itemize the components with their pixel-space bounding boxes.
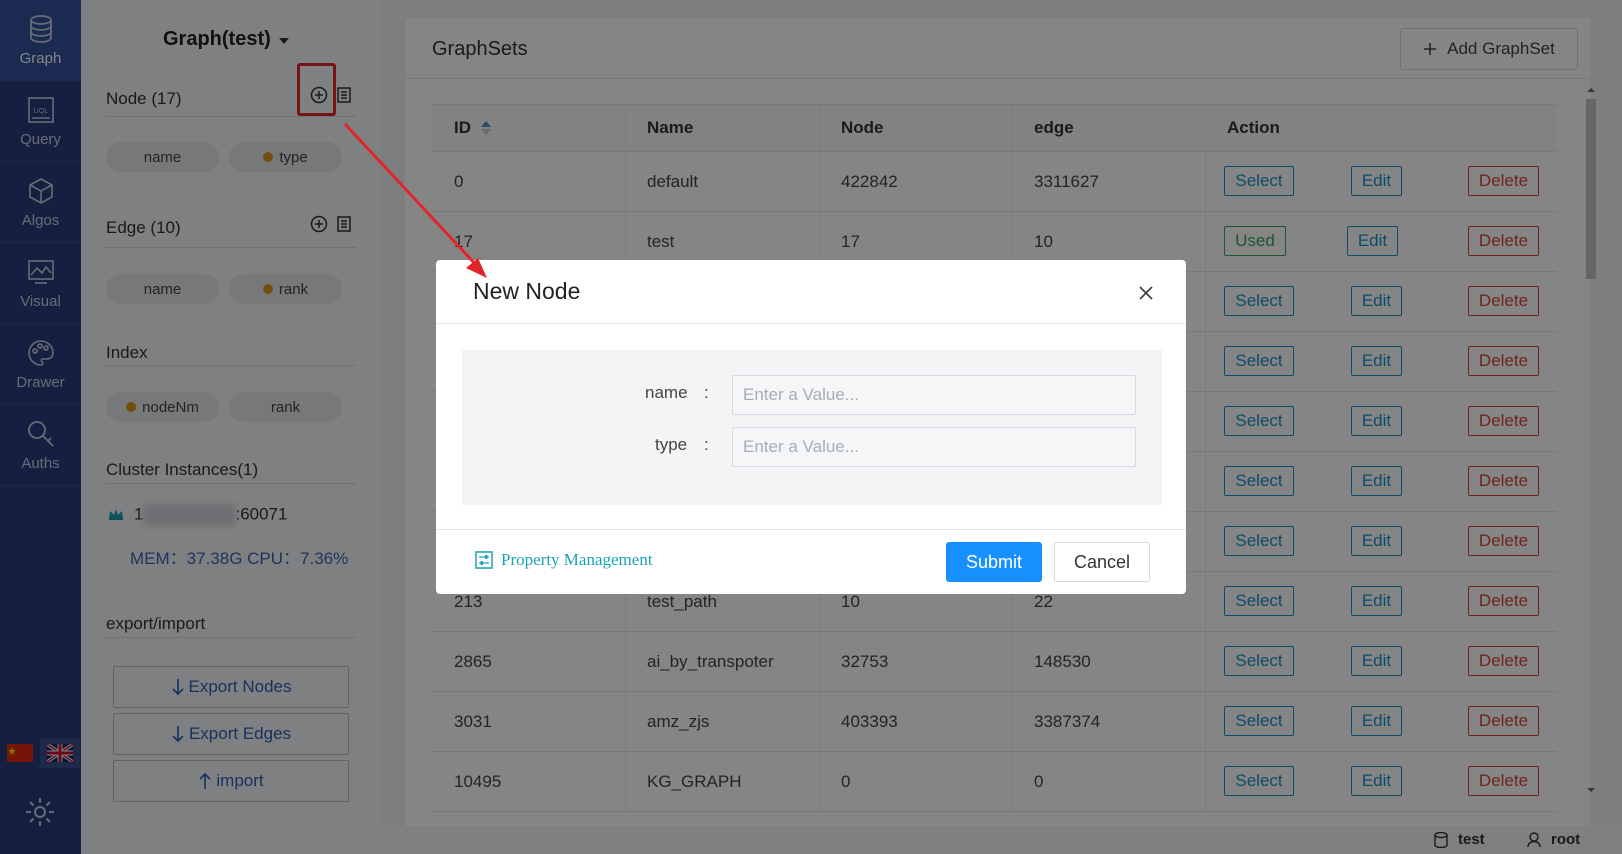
- dialog-title: New Node: [473, 278, 581, 304]
- cancel-button[interactable]: Cancel: [1054, 542, 1150, 582]
- new-node-dialog: New Node name : type : Property Manageme…: [436, 260, 1186, 594]
- field-separator: :: [704, 435, 709, 454]
- type-input[interactable]: [732, 427, 1136, 467]
- property-management-link[interactable]: Property Management: [475, 550, 653, 570]
- field-separator: :: [704, 383, 709, 402]
- divider: [436, 323, 1186, 324]
- name-field-label: name: [645, 383, 688, 402]
- type-field-label: type: [655, 435, 688, 454]
- sliders-icon: [475, 551, 493, 569]
- divider: [436, 529, 1186, 530]
- name-input[interactable]: [732, 375, 1136, 415]
- submit-button[interactable]: Submit: [946, 542, 1042, 582]
- property-management-label: Property Management: [501, 550, 653, 569]
- close-icon[interactable]: [1137, 284, 1155, 302]
- node-property-form: name : type :: [462, 350, 1162, 505]
